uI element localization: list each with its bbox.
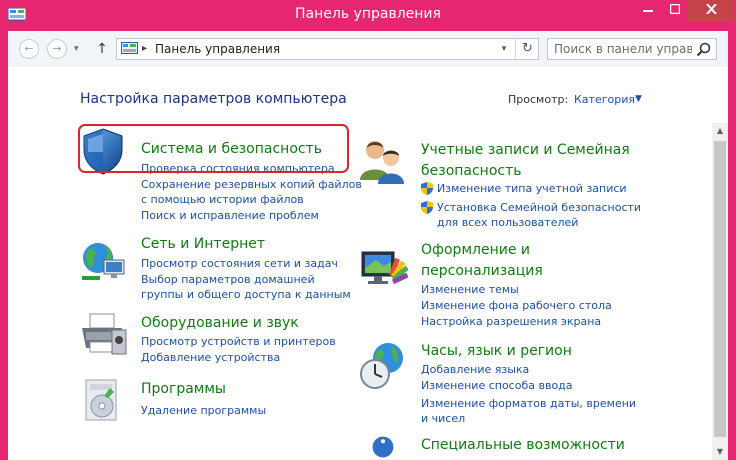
scroll-up-arrow-icon[interactable]: ▲	[712, 123, 728, 139]
refresh-button[interactable]: ↻	[515, 39, 539, 59]
link-change-theme[interactable]: Изменение темы	[421, 282, 519, 297]
title-bar[interactable]: Панель управления	[0, 0, 736, 32]
link-screen-resolution[interactable]: Настройка разрешения экрана	[421, 314, 601, 329]
appearance-monitor-icon[interactable]	[358, 244, 408, 294]
up-button[interactable]: ↑	[94, 39, 110, 59]
window-title: Панель управления	[295, 6, 441, 22]
view-by-dropdown[interactable]: Категория	[574, 93, 635, 106]
category-network-internet[interactable]: Сеть и Интернет	[141, 234, 265, 254]
link-backup-files-cont[interactable]: с помощью истории файлов	[141, 192, 304, 207]
category-user-accounts-line2[interactable]: безопасность	[421, 161, 522, 181]
category-clock-language[interactable]: Часы, язык и регион	[421, 341, 572, 361]
scroll-down-arrow-icon[interactable]: ▼	[712, 444, 728, 460]
view-by-label: Просмотр:	[508, 93, 569, 106]
link-add-language[interactable]: Добавление языка	[421, 362, 529, 377]
search-placeholder: Поиск в панели управ	[554, 42, 692, 56]
back-button[interactable]: ←	[19, 39, 39, 59]
link-change-input[interactable]: Изменение способа ввода	[421, 378, 573, 393]
link-family-safety[interactable]: Установка Семейной безопасности	[437, 200, 641, 215]
maximize-button[interactable]	[661, 0, 688, 21]
link-change-formats[interactable]: Изменение форматов даты, времени	[421, 396, 636, 411]
clock-globe-icon[interactable]	[358, 340, 408, 390]
control-panel-icon	[121, 42, 138, 54]
category-appearance[interactable]: Оформление и	[421, 240, 530, 260]
address-bar[interactable]: ▸ Панель управления ▾ ↻	[116, 38, 539, 60]
accessibility-icon[interactable]	[358, 434, 408, 460]
address-dropdown-button[interactable]: ▾	[495, 39, 513, 59]
chevron-down-icon[interactable]: ▼	[635, 94, 642, 104]
link-homegroup[interactable]: Выбор параметров домашней	[141, 272, 315, 287]
breadcrumb-control-panel[interactable]: Панель управления	[155, 39, 280, 59]
close-button[interactable]	[688, 0, 734, 21]
uac-shield-icon	[421, 182, 433, 195]
user-accounts-icon[interactable]	[358, 136, 408, 186]
minimize-icon	[642, 10, 653, 12]
vertical-scrollbar[interactable]: ▲ ▼	[712, 123, 728, 460]
link-add-device[interactable]: Добавление устройства	[141, 350, 280, 365]
link-change-formats-cont[interactable]: и чисел	[421, 411, 465, 426]
link-network-status[interactable]: Просмотр состояния сети и задач	[141, 256, 338, 271]
minimize-button[interactable]	[634, 0, 661, 21]
link-backup-files[interactable]: Сохранение резервных копий файлов	[141, 177, 362, 192]
category-programs[interactable]: Программы	[141, 379, 226, 399]
link-troubleshoot[interactable]: Поиск и исправление проблем	[141, 208, 319, 223]
maximize-icon	[669, 3, 680, 15]
category-appearance-line2[interactable]: персонализация	[421, 261, 543, 281]
category-accessibility[interactable]: Специальные возможности	[421, 435, 625, 455]
control-panel-window: Панель управления ← → ▾ ↑ ▸ Панель управ…	[0, 0, 736, 460]
scrollbar-thumb[interactable]	[714, 141, 726, 437]
link-change-account-type[interactable]: Изменение типа учетной записи	[437, 181, 627, 196]
category-user-accounts[interactable]: Учетные записи и Семейная	[421, 140, 630, 160]
search-icon[interactable]	[696, 42, 712, 58]
link-homegroup-cont[interactable]: группы и общего доступа к данным	[141, 287, 351, 302]
recent-locations-dropdown[interactable]: ▾	[74, 41, 86, 57]
network-globe-icon[interactable]	[78, 236, 128, 286]
breadcrumb-separator[interactable]: ▸	[142, 40, 147, 58]
printer-icon[interactable]	[78, 310, 128, 360]
page-title: Настройка параметров компьютера	[80, 91, 347, 107]
forward-button[interactable]: →	[47, 39, 67, 59]
navigation-bar: ← → ▾ ↑ ▸ Панель управления ▾ ↻ Поиск в …	[8, 31, 728, 67]
link-uninstall-program[interactable]: Удаление программы	[141, 403, 266, 418]
link-family-safety-cont[interactable]: для всех пользователей	[437, 215, 578, 230]
uac-shield-icon	[421, 201, 433, 214]
highlight-annotation	[78, 124, 349, 173]
link-change-background[interactable]: Изменение фона рабочего стола	[421, 298, 612, 313]
programs-icon[interactable]	[78, 376, 128, 426]
category-hardware-sound[interactable]: Оборудование и звук	[141, 313, 299, 333]
close-icon	[705, 3, 717, 15]
search-input[interactable]: Поиск в панели управ	[547, 38, 717, 60]
link-devices-printers[interactable]: Просмотр устройств и принтеров	[141, 334, 336, 349]
